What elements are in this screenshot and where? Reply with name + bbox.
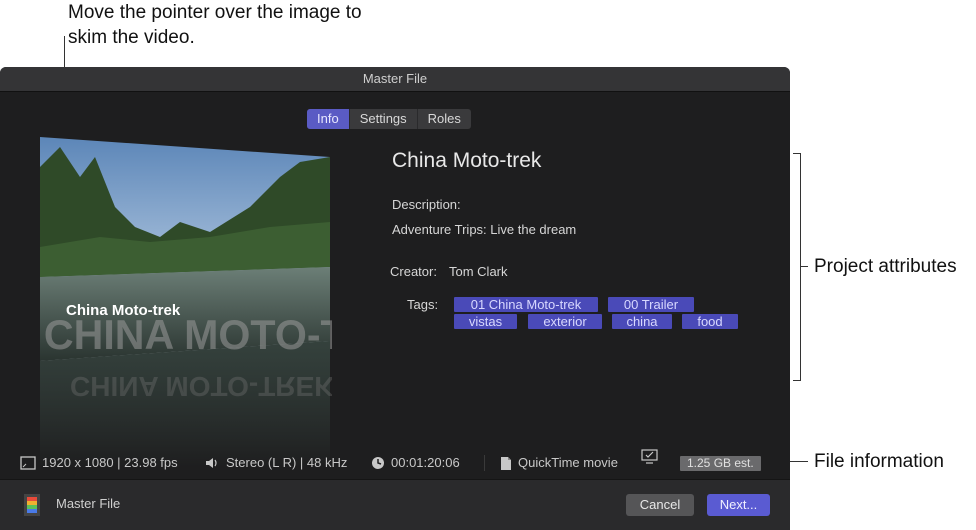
document-icon [501, 456, 511, 470]
tab-bar: Info Settings Roles [307, 109, 471, 129]
creator-value[interactable]: Tom Clark [449, 264, 508, 279]
info-separator [484, 455, 485, 471]
next-button[interactable]: Next... [707, 494, 770, 516]
tab-roles[interactable]: Roles [418, 109, 471, 129]
callout-project-attributes: Project attributes [814, 256, 957, 277]
tab-settings[interactable]: Settings [350, 109, 418, 129]
bracket-vertical [800, 153, 801, 381]
duration-text: 00:01:20:06 [391, 455, 460, 470]
resolution-info: 1920 x 1080 | 23.98 fps [20, 449, 178, 477]
compatibility-info [641, 449, 664, 464]
size-estimate-badge: 1.25 GB est. [680, 456, 761, 471]
callout-skim: Move the pointer over the image to skim … [68, 2, 362, 48]
resolution-text: 1920 x 1080 | 23.98 fps [42, 455, 178, 470]
callout-file-leader [790, 461, 808, 462]
bracket-bottom-tick [793, 380, 801, 381]
audio-info: Stereo (L R) | 48 kHz [205, 449, 347, 477]
tab-info[interactable]: Info [307, 109, 350, 129]
tag-token[interactable]: vistas [454, 314, 517, 329]
cancel-button[interactable]: Cancel [626, 494, 694, 516]
creator-label: Creator: [390, 264, 437, 279]
device-compatibility-icon[interactable] [641, 449, 658, 464]
video-preview[interactable]: CHINA MOTO-TREK CHINA MOTO-TREK China Mo… [40, 137, 332, 467]
project-title[interactable]: China Moto-trek [392, 149, 541, 173]
duration-info: 00:01:20:06 [371, 449, 460, 477]
video-thumbnail: CHINA MOTO-TREK CHINA MOTO-TREK China Mo… [40, 137, 332, 467]
tags-label: Tags: [407, 297, 439, 312]
destination-label: Master File [56, 496, 121, 511]
format-text: QuickTime movie [518, 455, 618, 470]
speaker-icon [206, 458, 217, 468]
file-info-bar: 1920 x 1080 | 23.98 fps Stereo (L R) | 4… [0, 449, 790, 477]
share-window: Master File Info Settings Roles CHINA MO… [0, 67, 790, 530]
preview-overlay-title: China Moto-trek [66, 302, 181, 319]
callout-file-information: File information [814, 451, 944, 472]
tag-token[interactable]: food [682, 314, 738, 329]
tag-token[interactable]: 01 China Moto-trek [454, 297, 598, 312]
svg-text:CHINA MOTO-TREK: CHINA MOTO-TREK [70, 371, 332, 402]
tag-token[interactable]: china [612, 314, 672, 329]
tag-token[interactable]: 00 Trailer [608, 297, 694, 312]
audio-text: Stereo (L R) | 48 kHz [226, 455, 348, 470]
bracket-mid-tick [800, 266, 808, 267]
description-label: Description: [392, 197, 461, 212]
window-title: Master File [0, 67, 790, 92]
frame-size-icon [20, 456, 36, 470]
format-info: QuickTime movie [500, 449, 618, 477]
bracket-top-tick [793, 153, 801, 154]
reflect-mirror-graphic: CHINA MOTO-TREK [70, 371, 332, 402]
destination-icon [24, 494, 40, 516]
tag-token[interactable]: exterior [528, 314, 602, 329]
description-value[interactable]: Adventure Trips: Live the dream [392, 222, 576, 237]
window-footer: Master File Cancel Next... [0, 479, 790, 530]
clock-icon [372, 457, 384, 469]
